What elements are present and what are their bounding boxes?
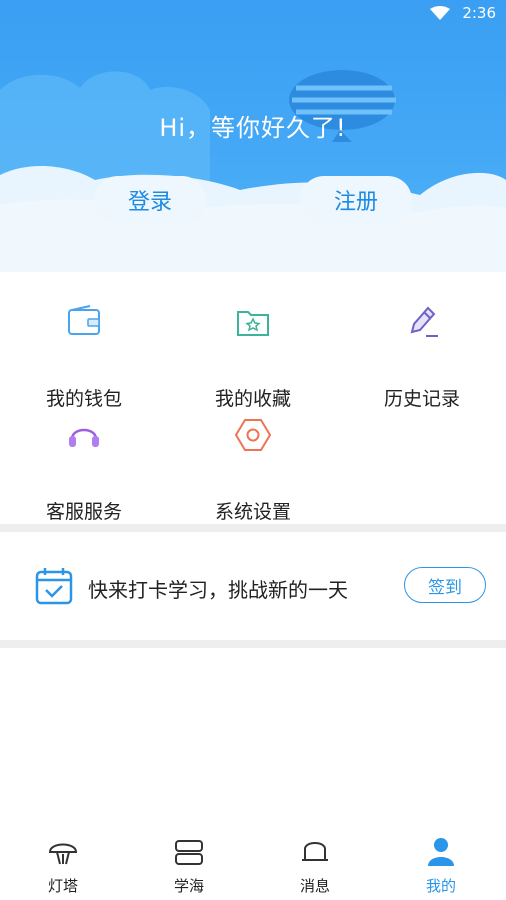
register-button[interactable]: 注册 bbox=[300, 176, 412, 224]
tab-label: 灯塔 bbox=[47, 877, 78, 895]
headset-icon bbox=[69, 428, 99, 447]
user-icon bbox=[428, 838, 454, 866]
tab-label: 消息 bbox=[299, 877, 330, 895]
checkin-card: 快来打卡学习，挑战新的一天 签到 bbox=[0, 532, 506, 640]
message-icon bbox=[302, 842, 328, 861]
section-divider bbox=[0, 640, 506, 648]
wifi-icon bbox=[430, 6, 450, 20]
calendar-check-icon bbox=[35, 568, 73, 605]
section-divider bbox=[0, 524, 506, 532]
tab-label: 我的 bbox=[425, 877, 456, 895]
tab-messages[interactable]: 消息 bbox=[252, 828, 378, 900]
menu-item-label: 我的钱包 bbox=[45, 388, 122, 410]
checkin-button[interactable]: 签到 bbox=[404, 567, 486, 603]
menu-item-favorites[interactable]: 我的收藏 bbox=[169, 302, 337, 410]
menu-item-label: 系统设置 bbox=[214, 501, 291, 523]
favorites-folder-icon bbox=[237, 311, 269, 336]
tab-lighthouse[interactable]: 灯塔 bbox=[0, 828, 126, 900]
pen-edit-icon bbox=[410, 306, 438, 337]
checkin-prompt-text: 快来打卡学习，挑战新的一天 bbox=[88, 578, 348, 602]
greeting-text: Hi，等你好久了! bbox=[159, 114, 347, 142]
books-icon bbox=[175, 840, 203, 865]
menu-item-label: 客服服务 bbox=[45, 501, 122, 523]
status-time: 2:36 bbox=[462, 4, 496, 22]
lighthouse-icon bbox=[48, 843, 78, 865]
settings-hex-icon bbox=[234, 419, 272, 451]
menu-item-label: 我的收藏 bbox=[214, 388, 291, 410]
status-bar: 2:36 bbox=[0, 0, 506, 28]
login-button[interactable]: 登录 bbox=[94, 176, 206, 224]
tab-study[interactable]: 学海 bbox=[126, 828, 252, 900]
feature-grid: 我的钱包 我的收藏 历史记录 客服服务 系统设置 bbox=[0, 272, 506, 524]
profile-header: 2:36 Hi，等你好久了! 登录 注册 bbox=[0, 0, 506, 272]
menu-item-wallet[interactable]: 我的钱包 bbox=[0, 302, 168, 410]
wallet-icon bbox=[68, 305, 100, 335]
menu-item-history[interactable]: 历史记录 bbox=[338, 302, 506, 410]
menu-item-customer-service[interactable]: 客服服务 bbox=[0, 415, 168, 523]
tab-mine[interactable]: 我的 bbox=[378, 828, 504, 900]
bottom-tab-bar: 灯塔 学海 消息 我的 bbox=[0, 828, 506, 900]
menu-item-label: 历史记录 bbox=[383, 388, 460, 410]
menu-item-settings[interactable]: 系统设置 bbox=[169, 415, 337, 523]
tab-label: 学海 bbox=[173, 877, 204, 895]
